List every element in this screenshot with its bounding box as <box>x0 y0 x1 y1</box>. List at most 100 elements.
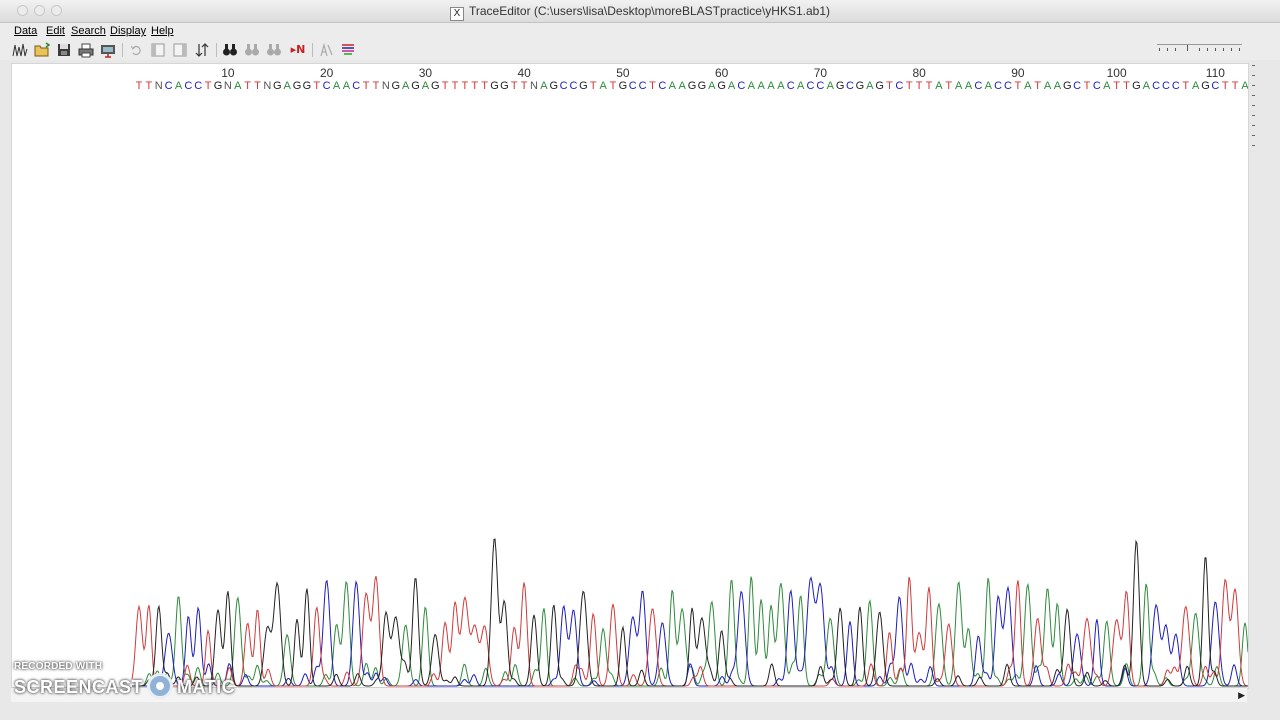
base-call[interactable]: C <box>807 80 815 92</box>
base-call[interactable]: T <box>521 80 528 92</box>
base-call[interactable]: G <box>500 80 509 92</box>
base-call[interactable]: C <box>323 80 331 92</box>
base-call[interactable]: A <box>1103 80 1111 92</box>
base-call[interactable]: T <box>610 80 617 92</box>
base-call[interactable]: T <box>945 80 952 92</box>
next-n-icon[interactable]: ▸N <box>288 42 308 58</box>
base-call[interactable]: T <box>926 80 933 92</box>
base-call[interactable]: A <box>1192 80 1200 92</box>
print-icon[interactable] <box>78 42 94 58</box>
scroll-right-arrow-icon[interactable]: ▶ <box>1238 690 1245 701</box>
base-call[interactable]: T <box>1113 80 1120 92</box>
base-call[interactable]: A <box>1024 80 1032 92</box>
base-call[interactable]: T <box>244 80 251 92</box>
base-call[interactable]: A <box>1054 80 1062 92</box>
base-call[interactable]: A <box>955 80 963 92</box>
base-call[interactable]: N <box>382 80 390 92</box>
base-call[interactable]: C <box>352 80 360 92</box>
base-call[interactable]: A <box>540 80 548 92</box>
base-call[interactable]: A <box>678 80 686 92</box>
base-call[interactable]: A <box>1241 80 1249 92</box>
base-call[interactable]: C <box>1073 80 1081 92</box>
trace-icon[interactable] <box>12 42 28 58</box>
zoom-slider[interactable] <box>1157 44 1242 55</box>
base-call[interactable]: N <box>224 80 232 92</box>
base-call[interactable]: C <box>639 80 647 92</box>
base-call[interactable]: G <box>1132 80 1141 92</box>
base-call[interactable]: T <box>1123 80 1130 92</box>
base-call[interactable]: A <box>985 80 993 92</box>
vertical-scroll-indicator[interactable] <box>1249 63 1260 153</box>
base-call[interactable]: T <box>1034 80 1041 92</box>
base-call[interactable]: A <box>599 80 607 92</box>
sort-icon[interactable] <box>194 42 210 58</box>
menu-data[interactable]: Data <box>14 25 37 37</box>
base-call[interactable]: C <box>1152 80 1160 92</box>
base-call[interactable]: A <box>777 80 785 92</box>
base-call[interactable]: G <box>214 80 223 92</box>
base-call[interactable]: C <box>895 80 903 92</box>
base-call[interactable]: C <box>184 80 192 92</box>
base-call[interactable]: C <box>1004 80 1012 92</box>
base-call[interactable]: C <box>787 80 795 92</box>
base-call[interactable]: A <box>965 80 973 92</box>
base-call[interactable]: N <box>263 80 271 92</box>
open-folder-icon[interactable] <box>34 42 51 58</box>
base-call[interactable]: T <box>442 80 449 92</box>
menu-search[interactable]: Search <box>71 25 106 37</box>
base-call[interactable]: C <box>1162 80 1170 92</box>
base-call[interactable]: T <box>649 80 656 92</box>
base-call[interactable]: A <box>935 80 943 92</box>
color-lines-icon[interactable] <box>340 42 356 58</box>
base-call[interactable]: G <box>1063 80 1072 92</box>
base-call[interactable]: C <box>1093 80 1101 92</box>
base-call[interactable]: A <box>797 80 805 92</box>
base-call[interactable]: T <box>1232 80 1239 92</box>
base-call[interactable]: T <box>452 80 459 92</box>
base-call[interactable]: G <box>303 80 312 92</box>
find-next-icon[interactable] <box>244 42 260 58</box>
base-call[interactable]: A <box>827 80 835 92</box>
base-call[interactable]: A <box>333 80 341 92</box>
base-call[interactable]: C <box>165 80 173 92</box>
base-call[interactable]: C <box>816 80 824 92</box>
base-call[interactable]: G <box>391 80 400 92</box>
base-call[interactable]: T <box>1222 80 1229 92</box>
base-call[interactable]: A <box>422 80 430 92</box>
base-call[interactable]: G <box>431 80 440 92</box>
base-call[interactable]: G <box>1201 80 1210 92</box>
base-call[interactable]: T <box>313 80 320 92</box>
base-call[interactable]: A <box>175 80 183 92</box>
base-call[interactable]: C <box>1211 80 1219 92</box>
menu-help[interactable]: Help <box>151 25 174 37</box>
base-call[interactable]: G <box>688 80 697 92</box>
base-call[interactable]: A <box>866 80 874 92</box>
base-call[interactable]: C <box>658 80 666 92</box>
base-call[interactable]: C <box>1172 80 1180 92</box>
trace-canvas[interactable]: 10 20 30 40 50 60 70 80 90 100 110 TTNCACCTGNATTNG… <box>11 63 1249 689</box>
base-call[interactable]: T <box>254 80 261 92</box>
base-call[interactable]: C <box>629 80 637 92</box>
base-call[interactable]: A <box>728 80 736 92</box>
base-call[interactable]: G <box>293 80 302 92</box>
base-call[interactable]: G <box>273 80 282 92</box>
base-call[interactable]: T <box>1015 80 1022 92</box>
find-previous-icon[interactable] <box>266 42 282 58</box>
base-call[interactable]: T <box>916 80 923 92</box>
base-call[interactable]: A <box>669 80 677 92</box>
base-call[interactable]: T <box>511 80 518 92</box>
base-call[interactable]: G <box>579 80 588 92</box>
base-call[interactable]: A <box>767 80 775 92</box>
base-call[interactable]: T <box>471 80 478 92</box>
undo-icon[interactable] <box>128 42 144 58</box>
base-call[interactable]: C <box>560 80 568 92</box>
base-call[interactable]: T <box>146 80 153 92</box>
base-call[interactable]: G <box>411 80 420 92</box>
right-trim-icon[interactable] <box>172 42 188 58</box>
export-icon[interactable] <box>100 42 116 58</box>
base-call[interactable]: C <box>737 80 745 92</box>
base-call[interactable]: A <box>1143 80 1151 92</box>
save-disk-icon[interactable] <box>56 42 72 58</box>
base-call[interactable]: A <box>748 80 756 92</box>
base-call[interactable]: A <box>234 80 242 92</box>
